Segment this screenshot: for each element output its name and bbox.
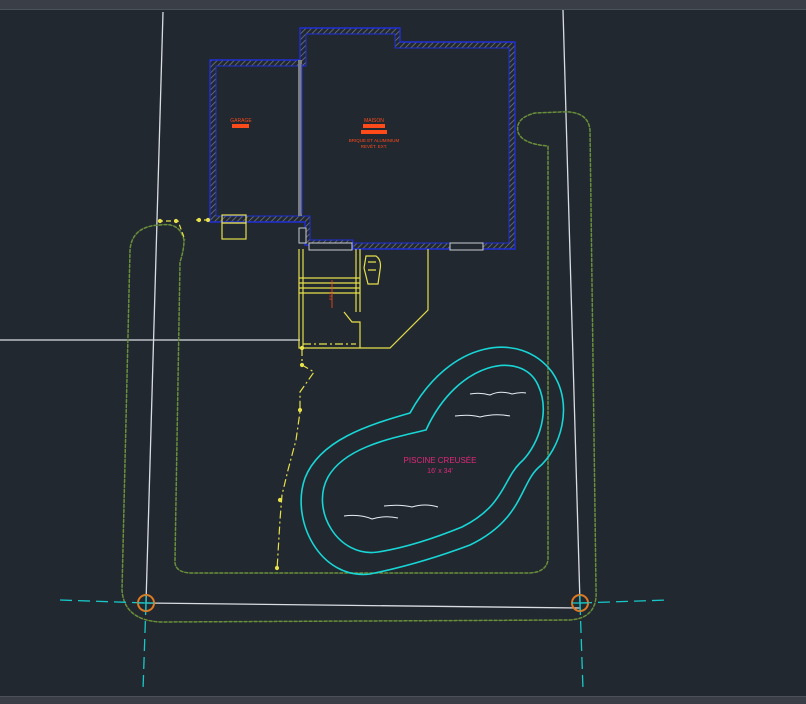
door-frame bbox=[298, 227, 307, 244]
survey-marker-icon[interactable] bbox=[137, 594, 155, 612]
garage-label-bar bbox=[232, 124, 249, 128]
property-line-left bbox=[145, 11, 164, 604]
survey-marker-icon[interactable] bbox=[571, 594, 589, 612]
site-plan-drawing: GARAGE MAISON BRIQUE ET ALUMINIUM REVÊT.… bbox=[0, 9, 669, 691]
property-line-right bbox=[562, 9, 581, 604]
maison-note-2: REVÊT. EXT. bbox=[361, 142, 388, 149]
garage-label: GARAGE bbox=[230, 118, 252, 124]
maison-label-bar-2 bbox=[361, 130, 387, 134]
cad-viewport[interactable]: GARAGE MAISON BRIQUE ET ALUMINIUM REVÊT.… bbox=[0, 0, 806, 704]
bench-box-2 bbox=[221, 222, 247, 240]
pool-size: 16' x 34' bbox=[427, 468, 453, 475]
property-line-bottom bbox=[145, 602, 581, 609]
axis-lines bbox=[59, 599, 669, 691]
fence-segment-top-left bbox=[158, 219, 210, 241]
maison-note-1: BRIQUE ET ALUMINIUM bbox=[349, 138, 400, 143]
maison-label: MAISON bbox=[364, 118, 384, 124]
stair-treads bbox=[299, 277, 360, 294]
pool-title: PISCINE CREUSÉE bbox=[404, 456, 477, 465]
window-left bbox=[308, 242, 353, 251]
maison-label-bar bbox=[363, 124, 385, 128]
window-right bbox=[449, 242, 484, 251]
deck-outline bbox=[298, 249, 429, 349]
